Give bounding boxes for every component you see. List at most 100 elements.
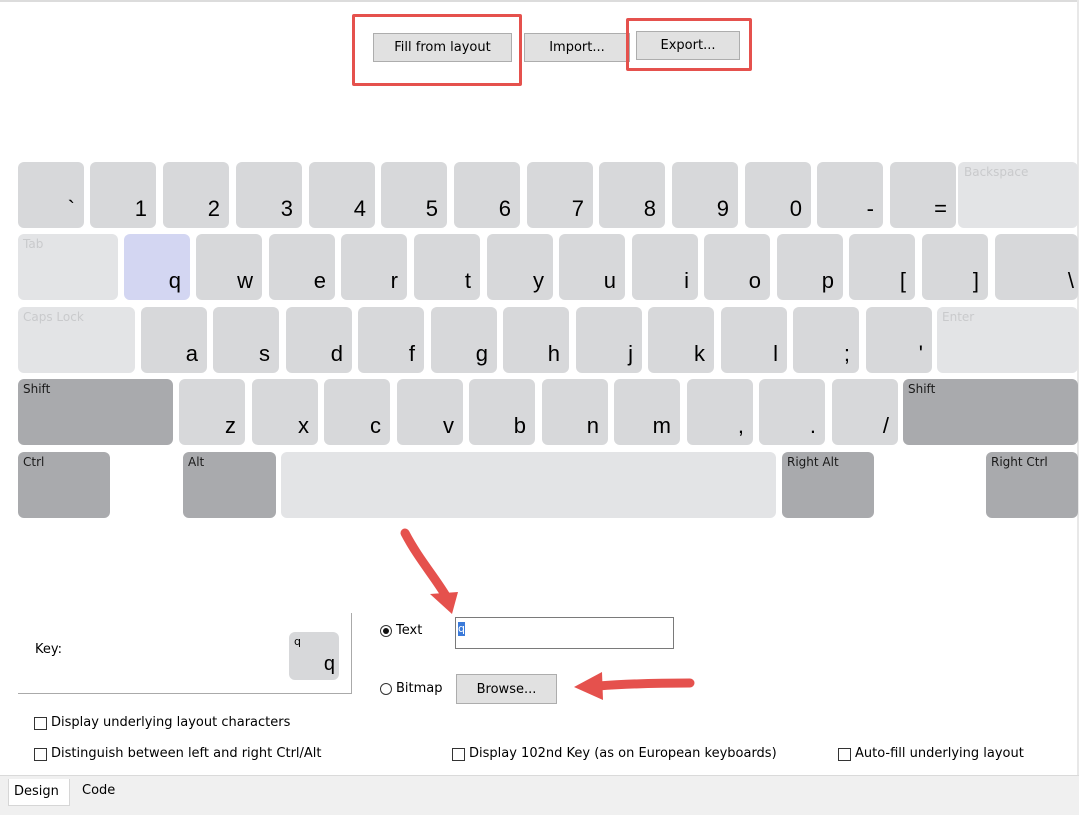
key-char: 2	[207, 196, 220, 221]
distinguish-ctrl-alt-checkbox[interactable]	[34, 748, 47, 761]
key-l[interactable]: l	[721, 307, 787, 373]
key-char: l	[773, 341, 778, 366]
key-char: y	[533, 268, 544, 293]
tab-design[interactable]: Design	[8, 779, 70, 806]
display-102nd-checkbox[interactable]	[452, 748, 465, 761]
key-char: 7	[571, 196, 584, 221]
key-n[interactable]: n	[542, 379, 608, 445]
key-tab[interactable]: Tab	[18, 234, 118, 300]
key-char: 5	[425, 196, 438, 221]
distinguish-ctrl-alt-label: Distinguish between left and right Ctrl/…	[51, 746, 322, 761]
key-4[interactable]: 4	[309, 162, 375, 228]
key-backslash[interactable]: \	[995, 234, 1078, 300]
key-w[interactable]: w	[196, 234, 262, 300]
tab-code[interactable]: Code	[76, 780, 126, 804]
key-t[interactable]: t	[414, 234, 480, 300]
key-e[interactable]: e	[269, 234, 335, 300]
key-v[interactable]: v	[397, 379, 463, 445]
display-underlying-checkbox[interactable]	[34, 717, 47, 730]
key-5[interactable]: 5	[381, 162, 447, 228]
key-j[interactable]: j	[576, 307, 642, 373]
key-h[interactable]: h	[503, 307, 569, 373]
key-char: [	[899, 268, 906, 293]
key-7[interactable]: 7	[527, 162, 593, 228]
text-radio[interactable]	[380, 625, 392, 637]
key-char: c	[370, 413, 381, 438]
auto-fill-label: Auto-fill underlying layout	[855, 746, 1024, 761]
key-y[interactable]: y	[487, 234, 553, 300]
key-m[interactable]: m	[614, 379, 680, 445]
key-1[interactable]: 1	[90, 162, 156, 228]
key-char: 1	[134, 196, 147, 221]
key-x[interactable]: x	[252, 379, 318, 445]
key-backtick[interactable]: `	[18, 162, 84, 228]
auto-fill-checkbox[interactable]	[838, 748, 851, 761]
key-text-value: q	[458, 622, 465, 636]
key-i[interactable]: i	[632, 234, 698, 300]
key-r[interactable]: r	[341, 234, 407, 300]
key-char: ,	[737, 413, 744, 438]
key-slash[interactable]: /	[832, 379, 898, 445]
key-f[interactable]: f	[358, 307, 424, 373]
key-alt-left[interactable]: Alt	[183, 452, 276, 518]
key-comma[interactable]: ,	[687, 379, 753, 445]
key-k[interactable]: k	[648, 307, 714, 373]
key-2[interactable]: 2	[163, 162, 229, 228]
text-radio-label: Text	[396, 623, 423, 638]
key-0[interactable]: 0	[745, 162, 811, 228]
browse-button[interactable]: Browse...	[456, 674, 557, 704]
key-text-input[interactable]: q	[455, 617, 674, 649]
key-char: -	[866, 196, 874, 221]
key-quote[interactable]: '	[866, 307, 932, 373]
key-char: 6	[498, 196, 511, 221]
key-right-alt[interactable]: Right Alt	[782, 452, 874, 518]
key-space[interactable]	[281, 452, 776, 518]
key-shift-right[interactable]: Shift	[903, 379, 1078, 445]
key-right-ctrl[interactable]: Right Ctrl	[986, 452, 1078, 518]
key-u[interactable]: u	[559, 234, 625, 300]
key-3[interactable]: 3	[236, 162, 302, 228]
key-char: x	[298, 413, 309, 438]
key-name: Right Ctrl	[991, 455, 1048, 469]
key-backspace[interactable]: Backspace	[958, 162, 1078, 228]
key-d[interactable]: d	[286, 307, 352, 373]
key-preview: q q	[289, 632, 339, 680]
key-char: \	[1067, 268, 1074, 293]
key-char: .	[809, 413, 816, 438]
key-shift-left[interactable]: Shift	[18, 379, 173, 445]
bitmap-radio[interactable]	[380, 683, 392, 695]
key-9[interactable]: 9	[672, 162, 738, 228]
key-char: t	[464, 268, 471, 293]
key-minus[interactable]: -	[817, 162, 883, 228]
key-equals[interactable]: =	[890, 162, 956, 228]
key-8[interactable]: 8	[599, 162, 665, 228]
keyboard: ` 1 2 3 4 5 6 7 8 9 0 - = Backspace Tab …	[0, 0, 1079, 530]
key-char: i	[684, 268, 689, 293]
key-char: =	[934, 196, 947, 221]
key-period[interactable]: .	[759, 379, 825, 445]
key-semicolon[interactable]: ;	[793, 307, 859, 373]
key-bracket-right[interactable]: ]	[922, 234, 988, 300]
key-bracket-left[interactable]: [	[849, 234, 915, 300]
key-s[interactable]: s	[213, 307, 279, 373]
key-o[interactable]: o	[704, 234, 770, 300]
display-102nd-label: Display 102nd Key (as on European keyboa…	[469, 746, 777, 761]
key-g[interactable]: g	[431, 307, 497, 373]
key-char: s	[259, 341, 270, 366]
key-caps-lock[interactable]: Caps Lock	[18, 307, 135, 373]
key-b[interactable]: b	[469, 379, 535, 445]
key-c[interactable]: c	[324, 379, 390, 445]
key-name: Caps Lock	[23, 310, 84, 324]
key-char: 4	[353, 196, 366, 221]
key-ctrl-left[interactable]: Ctrl	[18, 452, 110, 518]
key-6[interactable]: 6	[454, 162, 520, 228]
key-z[interactable]: z	[179, 379, 245, 445]
key-char: 3	[280, 196, 293, 221]
key-q[interactable]: q	[124, 234, 190, 300]
key-p[interactable]: p	[777, 234, 843, 300]
tab-bar	[0, 775, 1079, 815]
key-enter[interactable]: Enter	[937, 307, 1078, 373]
key-char: d	[330, 341, 343, 366]
key-a[interactable]: a	[141, 307, 207, 373]
key-char: j	[628, 341, 633, 366]
